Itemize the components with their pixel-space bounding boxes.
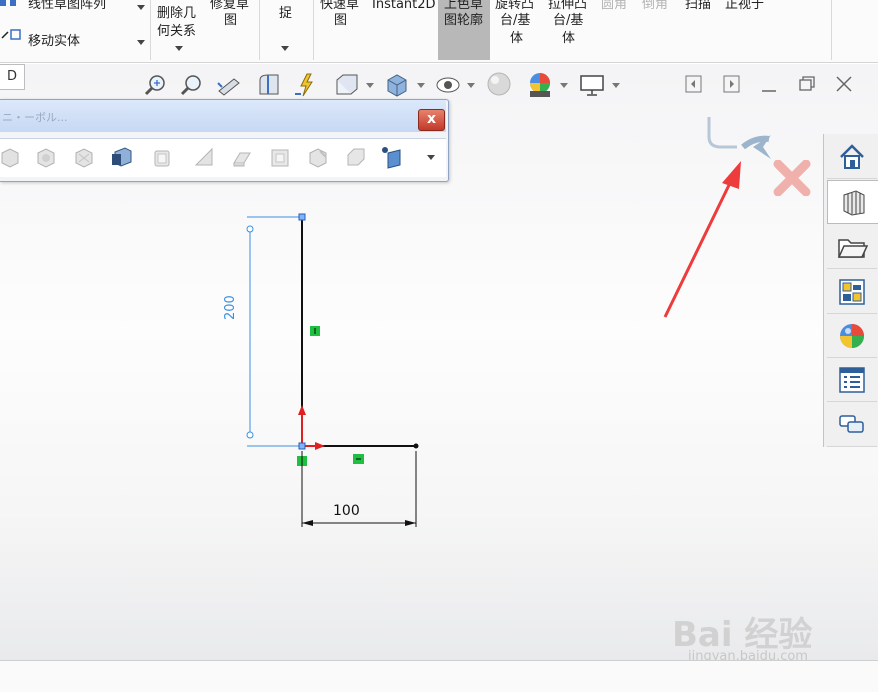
- tile-left-icon[interactable]: [683, 73, 705, 95]
- tile-right-icon[interactable]: [721, 73, 743, 95]
- command-manager-ribbon: 线性草图阵列 移动实体 删除几 何关系 修复草 图 捉 快速草 图 Instan…: [0, 0, 878, 63]
- task-pane-custom-properties-tab[interactable]: [827, 359, 877, 402]
- horizontal-dimension-value[interactable]: 100: [333, 503, 360, 519]
- task-pane-appearances-tab[interactable]: [827, 315, 877, 358]
- confirmation-corner-cancel-icon[interactable]: [772, 160, 812, 196]
- delete-relations-label-1[interactable]: 删除几: [157, 5, 196, 22]
- view-palette-icon: [839, 279, 865, 305]
- quick-sketch-label-2[interactable]: 图: [334, 12, 347, 29]
- chevron-down-icon[interactable]: [281, 46, 289, 51]
- delete-relations-label-2[interactable]: 何关系: [157, 23, 196, 40]
- floating-toolbar: ニ・ーボル... x: [0, 99, 449, 182]
- previous-view-icon[interactable]: [216, 72, 242, 98]
- sweep-button[interactable]: 扫描: [685, 0, 711, 13]
- appearances-icon: [840, 324, 864, 348]
- floating-toolbar-title: ニ・ーボル...: [2, 111, 68, 124]
- floating-toolbar-titlebar[interactable]: ニ・ーボル... x: [0, 100, 446, 132]
- floating-toolbar-buttons: [0, 138, 446, 177]
- red-annotation-arrow: [663, 161, 741, 318]
- restore-icon[interactable]: [796, 73, 818, 95]
- shaded-sketch-label-2: 图轮廓: [444, 13, 484, 28]
- display-style-icon[interactable]: [384, 72, 410, 98]
- shell-icon[interactable]: [150, 145, 174, 169]
- chevron-down-icon[interactable]: [427, 155, 435, 160]
- task-pane-forum-tab[interactable]: [827, 404, 877, 447]
- extruded-cut-icon[interactable]: [110, 145, 134, 169]
- draft-icon[interactable]: [230, 145, 254, 169]
- chamfer-feature-icon[interactable]: [344, 145, 368, 169]
- extrude-boss-label-2[interactable]: 台/基: [553, 12, 583, 29]
- normal-to-button[interactable]: 正视于: [725, 0, 764, 13]
- sketch-geometry[interactable]: [225, 205, 435, 540]
- linear-pattern-icon: [0, 0, 16, 6]
- apply-scene-icon[interactable]: [526, 72, 552, 98]
- folder-icon: [837, 239, 868, 258]
- repair-sketch-label-2[interactable]: 图: [224, 12, 237, 29]
- minimize-icon[interactable]: [758, 73, 780, 95]
- rib-icon[interactable]: [192, 145, 216, 169]
- task-pane-file-explorer-tab[interactable]: [827, 226, 877, 269]
- close-icon[interactable]: [833, 73, 855, 95]
- chevron-down-icon[interactable]: [175, 46, 183, 51]
- task-pane-view-palette-tab[interactable]: [827, 271, 877, 314]
- chamfer-button[interactable]: 倒角: [642, 0, 668, 13]
- revolve-boss-label-2[interactable]: 台/基: [500, 12, 530, 29]
- zoom-to-area-icon[interactable]: [178, 72, 204, 98]
- home-icon: [840, 144, 864, 169]
- extrude-boss-label-3[interactable]: 体: [562, 30, 575, 47]
- dynamic-annotation-views-icon[interactable]: [293, 72, 319, 98]
- sketch-origin-point[interactable]: [298, 442, 306, 450]
- extruded-boss-icon[interactable]: [0, 145, 22, 169]
- view-settings-icon[interactable]: [578, 72, 604, 98]
- document-tab[interactable]: D: [0, 64, 25, 90]
- instant2d-button[interactable]: Instant2D: [372, 0, 436, 13]
- floating-toolbar-close-button[interactable]: x: [418, 109, 445, 131]
- fillet-button[interactable]: 圆角: [601, 0, 627, 13]
- vertical-dimension-value[interactable]: 200: [223, 295, 238, 320]
- move-entities-button[interactable]: 移动实体: [28, 33, 80, 50]
- ribbon-divider: [259, 0, 260, 60]
- chevron-down-icon[interactable]: [467, 83, 475, 88]
- hide-show-items-icon[interactable]: [435, 72, 461, 98]
- linear-sketch-pattern-button[interactable]: 线性草图阵列: [28, 0, 106, 13]
- wrap-icon[interactable]: [268, 145, 292, 169]
- view-orientation-icon[interactable]: [333, 72, 359, 98]
- zoom-to-fit-icon[interactable]: [142, 72, 168, 98]
- chevron-down-icon[interactable]: [366, 83, 374, 88]
- edit-appearance-icon[interactable]: [485, 72, 511, 98]
- snap-label[interactable]: 捉: [279, 5, 292, 22]
- swept-boss-icon[interactable]: [72, 145, 96, 169]
- forum-icon: [839, 415, 864, 433]
- custom-properties-icon: [839, 367, 865, 393]
- section-view-icon[interactable]: [256, 72, 282, 98]
- task-pane-home-tab[interactable]: [827, 136, 877, 179]
- dome-icon[interactable]: [306, 145, 330, 169]
- chevron-down-icon[interactable]: [560, 83, 568, 88]
- ribbon-divider: [831, 0, 832, 60]
- task-pane: [823, 134, 878, 447]
- task-pane-design-library-tab[interactable]: [827, 180, 878, 224]
- dimension-handle[interactable]: [246, 225, 254, 233]
- chevron-down-icon[interactable]: [417, 83, 425, 88]
- chevron-down-icon[interactable]: [612, 83, 620, 88]
- dimension-handle[interactable]: [246, 431, 254, 439]
- revolved-boss-icon[interactable]: [34, 145, 58, 169]
- chevron-down-icon[interactable]: [137, 40, 145, 45]
- reference-plane-icon[interactable]: [380, 145, 404, 169]
- ribbon-divider: [150, 0, 151, 60]
- sketch-endpoint[interactable]: [298, 213, 306, 221]
- design-library-icon: [843, 190, 865, 216]
- chevron-down-icon[interactable]: [137, 5, 145, 10]
- move-entities-icon: [1, 29, 21, 40]
- sketch-endpoint[interactable]: [413, 443, 419, 449]
- revolve-boss-label-3[interactable]: 体: [510, 30, 523, 47]
- ribbon-divider: [313, 0, 314, 60]
- bottom-tab-strip: [0, 660, 878, 692]
